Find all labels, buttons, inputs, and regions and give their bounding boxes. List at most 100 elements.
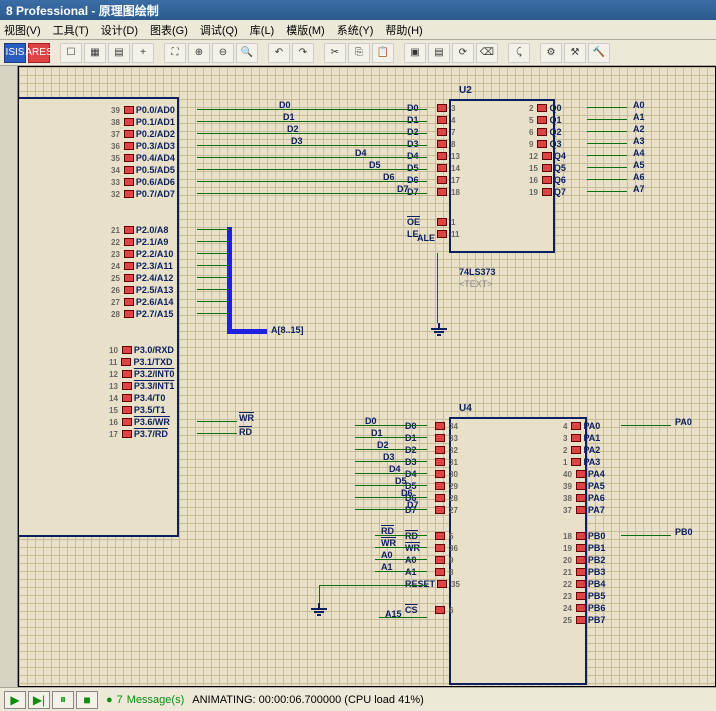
pin-number: 25: [563, 616, 572, 625]
pin-pad: [435, 470, 445, 478]
message-status[interactable]: ● 7 Message(s): [106, 694, 184, 706]
zoom-fit-icon[interactable]: ⛶: [164, 43, 186, 63]
layers-icon[interactable]: ▤: [108, 43, 130, 63]
pin-number: 16: [109, 418, 118, 427]
pin-name: Q0: [549, 103, 577, 113]
pin-name: P0.2/AD2: [136, 129, 175, 139]
pin-name: D1: [407, 115, 435, 125]
pin-name: P0.3/AD3: [136, 141, 175, 151]
tools2-icon[interactable]: ⚒: [564, 43, 586, 63]
zoom-area-icon[interactable]: 🔍: [236, 43, 258, 63]
wire-u4d5: [355, 485, 427, 486]
redo-icon[interactable]: ↷: [292, 43, 314, 63]
cpu-p3-6: P3.6/WR16: [107, 417, 170, 427]
netlabel-bus: A[8..15]: [271, 325, 304, 335]
pin-number: 23: [111, 250, 120, 259]
menu-sys[interactable]: 系统(Y): [337, 22, 374, 38]
pin-number: 9: [449, 556, 453, 565]
pin-name: CS: [405, 605, 433, 615]
pin-number: 8: [449, 568, 453, 577]
menu-debug[interactable]: 调试(Q): [200, 22, 238, 38]
pin-name: D0: [407, 103, 435, 113]
left-panel: [0, 66, 18, 687]
pin-number: 22: [563, 580, 572, 589]
menu-design[interactable]: 设计(D): [101, 22, 138, 38]
pin-pad: [435, 482, 445, 490]
menu-bar: 视图(V) 工具(T) 设计(D) 图表(G) 调试(Q) 库(L) 模版(M)…: [0, 20, 716, 40]
menu-tool[interactable]: 工具(T): [53, 22, 89, 38]
pin-number: 13: [451, 152, 460, 161]
pin-pad: [437, 104, 447, 112]
pin-pad: [124, 118, 134, 126]
play-button[interactable]: ▶: [4, 691, 26, 709]
u2-right-5: Q515: [527, 163, 582, 173]
tools1-icon[interactable]: ⚙: [540, 43, 562, 63]
block-copy-icon[interactable]: ▣: [404, 43, 426, 63]
hammer-icon[interactable]: 🔨: [588, 43, 610, 63]
isis-icon[interactable]: ISIS: [4, 43, 26, 63]
netlabel-u4ctl0: RD: [381, 526, 394, 536]
u2-right-1: Q15: [527, 115, 577, 125]
wire-p2-5: [197, 289, 229, 290]
pin-number: 5: [529, 116, 533, 125]
pin-number: 37: [563, 506, 572, 515]
menu-lib[interactable]: 库(L): [250, 22, 274, 38]
stop-button[interactable]: ■: [76, 691, 98, 709]
menu-help[interactable]: 帮助(H): [385, 22, 422, 38]
zoom-in-icon[interactable]: ⊕: [188, 43, 210, 63]
netlabel-u4d5: D5: [395, 476, 407, 486]
zoom-out-icon[interactable]: ⊖: [212, 43, 234, 63]
pin-number: 39: [111, 106, 120, 115]
cut-icon[interactable]: ✂: [324, 43, 346, 63]
wire-a6: [587, 179, 627, 180]
schematic-canvas[interactable]: P0.0/AD039P0.1/AD138P0.2/AD237P0.3/AD336…: [18, 66, 716, 687]
ares-icon[interactable]: ARES: [28, 43, 50, 63]
menu-tpl[interactable]: 模版(M): [286, 22, 325, 38]
block-move-icon[interactable]: ▤: [428, 43, 450, 63]
pin-pad: [576, 568, 586, 576]
pause-button[interactable]: ⏸: [52, 691, 74, 709]
pin-pad: [122, 346, 132, 354]
netlabel-u4d7: D7: [407, 500, 419, 510]
pin-name: D4: [407, 151, 435, 161]
pin-pad: [571, 434, 581, 442]
u4-right-5: PA539: [561, 481, 616, 491]
grid-icon[interactable]: ▦: [84, 43, 106, 63]
u4-left-11: A18: [405, 567, 455, 577]
pin-number: 14: [109, 394, 118, 403]
u4-right-0: PA04: [561, 421, 611, 431]
menu-graph[interactable]: 图表(G): [150, 22, 188, 38]
add-icon[interactable]: +: [132, 43, 154, 63]
pin-pad: [124, 154, 134, 162]
cpu-p0-2: P0.2/AD237: [109, 129, 175, 139]
wire-p2-7: [197, 313, 229, 314]
pin-number: 5: [449, 532, 453, 541]
menu-view[interactable]: 视图(V): [4, 22, 41, 38]
copy-icon[interactable]: ⎘: [348, 43, 370, 63]
block-delete-icon[interactable]: ⌫: [476, 43, 498, 63]
block-rotate-icon[interactable]: ⟳: [452, 43, 474, 63]
pin-name: D7: [407, 187, 435, 197]
pin-pad: [435, 434, 445, 442]
netlabel-a0: A0: [633, 100, 645, 110]
pin-pad: [124, 106, 134, 114]
pin-pad: [122, 418, 132, 426]
file-icon[interactable]: ☐: [60, 43, 82, 63]
pin-name: P0.0/AD0: [136, 105, 175, 115]
paste-icon[interactable]: 📋: [372, 43, 394, 63]
pin-pad: [542, 152, 552, 160]
wire-a2: [587, 131, 627, 132]
step-button[interactable]: ▶|: [28, 691, 50, 709]
wire-a1: [587, 119, 627, 120]
netlabel-a1: A1: [633, 112, 645, 122]
pin-pad: [435, 494, 445, 502]
pin-number: 36: [449, 544, 458, 553]
pick-icon[interactable]: ⤹: [508, 43, 530, 63]
pin-number: 6: [449, 606, 453, 615]
pin-number: 38: [563, 494, 572, 503]
u4-left-10: A09: [405, 555, 455, 565]
u2-right-7: Q719: [527, 187, 582, 197]
undo-icon[interactable]: ↶: [268, 43, 290, 63]
pin-number: 39: [563, 482, 572, 491]
bus-horiz: [227, 329, 267, 334]
